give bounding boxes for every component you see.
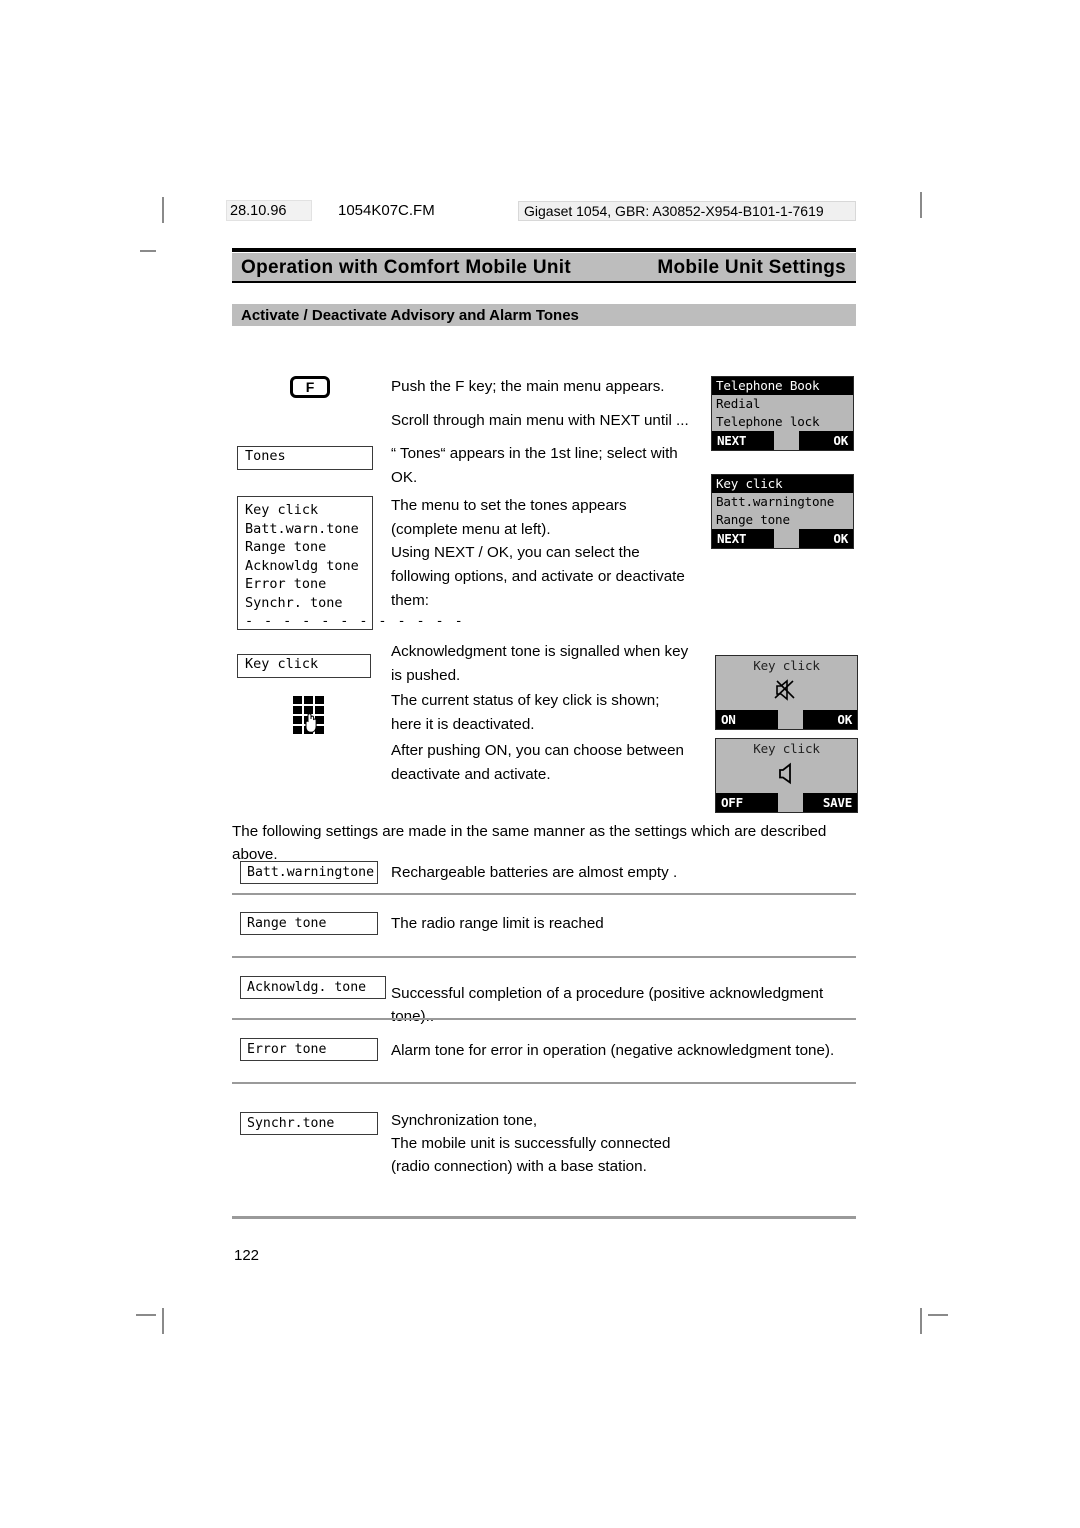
tone-menu-item-5: Synchr. tone <box>245 594 343 611</box>
step-paragraph-3: “ Tones“ appears in the 1st line; select… <box>391 445 678 486</box>
crop-mark-left-edge <box>140 250 156 252</box>
settings-divider-4 <box>232 1082 856 1084</box>
display-icon-zone <box>716 676 857 710</box>
crop-mark-top-right <box>920 192 922 218</box>
step-paragraph-5: Using NEXT / OK, you can select the foll… <box>391 544 685 609</box>
softkey-ok[interactable]: OK <box>799 431 853 450</box>
settings-divider-2 <box>232 956 856 958</box>
step-paragraph-2: Scroll through main menu with NEXT until… <box>391 412 689 429</box>
phone-display-key-click-on: Key click OFF SAVE <box>715 738 858 813</box>
setting-label-batt-warning-tone: Batt.warningtone <box>240 861 378 884</box>
display-row-1: Range tone <box>716 512 790 527</box>
display-row-0: Batt.warningtone <box>716 494 835 509</box>
display-softkey-bar: ON OK <box>716 710 857 729</box>
display-row-1: Telephone lock <box>716 414 820 429</box>
softkey-next[interactable]: NEXT <box>712 431 774 450</box>
keypad-press-icon <box>293 696 325 734</box>
display-box-tones: Tones <box>237 446 373 470</box>
crop-mark-bottom-right <box>920 1308 922 1334</box>
running-head-right: Mobile Unit Settings <box>657 257 846 278</box>
display-icon-zone <box>716 759 857 793</box>
softkey-off[interactable]: OFF <box>716 793 778 812</box>
display-row-0: Redial <box>716 396 761 411</box>
display-box-tones-label: Tones <box>245 448 286 464</box>
running-head-rule-bottom <box>232 281 856 283</box>
hand-pointer-icon <box>305 713 317 733</box>
display-title: Key click <box>753 658 820 673</box>
display-softkey-bar: NEXT OK <box>712 431 853 450</box>
step-paragraph-4: The menu to set the tones appears (compl… <box>391 497 627 538</box>
tone-menu-item-0: Key click <box>245 502 319 518</box>
section-heading-title: Activate / Deactivate Advisory and Alarm… <box>241 307 579 324</box>
header-date: 28.10.96 <box>226 200 312 221</box>
step-paragraph-1: Push the F key; the main menu appears. <box>391 378 665 395</box>
setting-label-acknowledge-tone: Acknowldg. tone <box>240 976 386 999</box>
setting-label-synchr-tone: Synchr.tone <box>240 1112 378 1135</box>
step-paragraph-7: The current status of key click is shown… <box>391 692 660 733</box>
speaker-icon <box>778 762 791 785</box>
display-softkey-bar: NEXT OK <box>712 529 853 548</box>
running-head-rule-top <box>232 248 856 252</box>
speaker-muted-icon <box>773 679 795 701</box>
display-title: Key click <box>712 475 853 493</box>
setting-text-range-tone: The radio range limit is reached <box>391 915 604 932</box>
footer-rule <box>232 1216 856 1219</box>
tone-menu-scroll-dashes: - - - - - - - - - - - - <box>245 613 465 629</box>
setting-label-error-tone: Error tone <box>240 1038 378 1061</box>
softkey-ok[interactable]: OK <box>799 529 853 548</box>
setting-text-error-tone: Alarm tone for error in operation (negat… <box>391 1042 835 1059</box>
tone-menu-item-3: Acknowldg tone <box>245 557 359 574</box>
tone-menu-item-4: Error tone <box>245 576 327 592</box>
display-title: Key click <box>753 741 820 756</box>
tone-menu-item-1: Batt.warn.tone <box>245 520 359 537</box>
step-paragraph-6: Acknowledgment tone is signalled when ke… <box>391 643 689 684</box>
page-number: 122 <box>234 1247 260 1264</box>
crop-mark-bottom-left-tick <box>136 1314 156 1316</box>
settings-divider-1 <box>232 893 856 895</box>
running-head-left: Operation with Comfort Mobile Unit <box>241 257 572 278</box>
header-document-identifier: Gigaset 1054, GBR: A30852-X954-B101-1-76… <box>518 201 856 221</box>
settings-divider-3 <box>232 1018 856 1020</box>
display-box-tone-menu: Key click Batt.warn.tone Range tone Ackn… <box>237 496 465 630</box>
display-box-key-click: Key click <box>237 654 371 678</box>
softkey-ok[interactable]: OK <box>803 710 857 729</box>
setting-text-batt-warning-tone: Rechargeable batteries are almost empty … <box>391 864 678 881</box>
phone-display-key-click-off: Key click ON OK <box>715 655 858 730</box>
softkey-on[interactable]: ON <box>716 710 778 729</box>
display-softkey-bar: OFF SAVE <box>716 793 857 812</box>
header-filename: 1054K07C.FM <box>338 202 435 219</box>
crop-mark-top-left <box>162 197 164 223</box>
softkey-save[interactable]: SAVE <box>803 793 857 812</box>
f-key-button[interactable]: F <box>290 376 330 398</box>
crop-mark-bottom-right-tick <box>928 1314 948 1316</box>
setting-label-range-tone: Range tone <box>240 912 378 935</box>
display-title: Telephone Book <box>712 377 853 395</box>
step-paragraph-8: After pushing ON, you can choose between… <box>391 742 684 783</box>
tone-menu-item-2: Range tone <box>245 539 327 555</box>
crop-mark-bottom-left <box>162 1308 164 1334</box>
setting-text-acknowledge-tone: Successful completion of a procedure (po… <box>391 985 824 1025</box>
display-box-key-click-label: Key click <box>245 656 319 672</box>
phone-display-telephone-book: Telephone Book Redial Telephone lock NEX… <box>711 376 854 451</box>
setting-text-synchr-tone: Synchronization tone, The mobile unit is… <box>391 1112 671 1175</box>
lower-intro-paragraph: The following settings are made in the s… <box>232 823 827 863</box>
phone-display-key-click-menu: Key click Batt.warningtone Range tone NE… <box>711 474 854 549</box>
softkey-next[interactable]: NEXT <box>712 529 774 548</box>
